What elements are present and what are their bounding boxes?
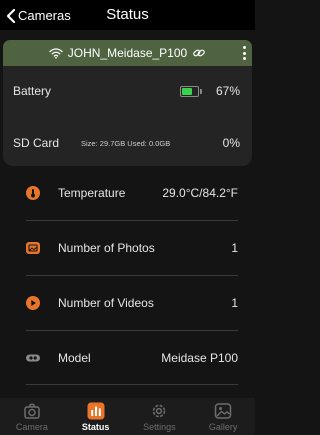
video-play-icon (26, 296, 40, 310)
more-vertical-icon[interactable] (242, 46, 246, 60)
tab-settings-label: Settings (143, 422, 176, 432)
list-item-model: Model Meidase P100 (0, 331, 255, 385)
tab-status[interactable]: Status (64, 398, 128, 435)
thermometer-icon (26, 186, 40, 200)
battery-row: Battery 67% (13, 82, 240, 100)
photos-label: Number of Photos (58, 241, 155, 255)
wifi-icon (49, 47, 63, 59)
tab-settings[interactable]: Settings (128, 398, 192, 435)
list-item-temperature: Temperature 29.0°C/84.2°F (0, 166, 255, 220)
battery-icon (179, 85, 202, 97)
top-navigation-bar: Cameras Status (0, 0, 255, 30)
tab-status-label: Status (81, 422, 110, 432)
photos-value: 1 (231, 241, 238, 255)
divider (26, 384, 238, 385)
tab-camera-label: Camera (15, 422, 48, 432)
videos-label: Number of Videos (58, 296, 154, 310)
sd-card-percent: 0% (222, 136, 240, 150)
bottom-tab-bar: Camera Status Settings Gallery (0, 398, 255, 435)
camera-model-icon (26, 351, 40, 365)
link-icon[interactable] (192, 47, 206, 59)
photo-icon (26, 241, 40, 255)
sd-card-label: SD Card (13, 136, 60, 150)
tab-camera[interactable]: Camera (0, 398, 64, 435)
battery-label: Battery (13, 84, 52, 98)
page-title: Status (106, 6, 149, 23)
list-item-videos: Number of Videos 1 (0, 276, 255, 330)
status-chart-icon (87, 402, 105, 420)
temperature-value: 29.0°C/84.2°F (162, 186, 238, 200)
sd-card-size: Size: 29.7GB Used: 0.0GB (81, 138, 171, 148)
temperature-label: Temperature (58, 186, 126, 200)
model-label: Model (58, 351, 91, 365)
device-header: JOHN_Meidase_P100 (3, 40, 252, 66)
tab-gallery[interactable]: Gallery (191, 398, 255, 435)
gallery-icon (214, 402, 232, 420)
model-value: Meidase P100 (161, 351, 238, 365)
device-name: JOHN_Meidase_P100 (67, 46, 188, 60)
videos-value: 1 (231, 296, 238, 310)
summary-panel: Battery 67% SD Card Size: 29.7GB Used: 0… (3, 66, 252, 166)
battery-percent: 67% (215, 84, 240, 98)
list-item-photos: Number of Photos 1 (0, 221, 255, 275)
sd-card-row: SD Card Size: 29.7GB Used: 0.0GB 0% (13, 134, 240, 152)
camera-icon (23, 402, 41, 420)
settings-gear-icon (150, 402, 168, 420)
tab-gallery-label: Gallery (208, 422, 238, 432)
